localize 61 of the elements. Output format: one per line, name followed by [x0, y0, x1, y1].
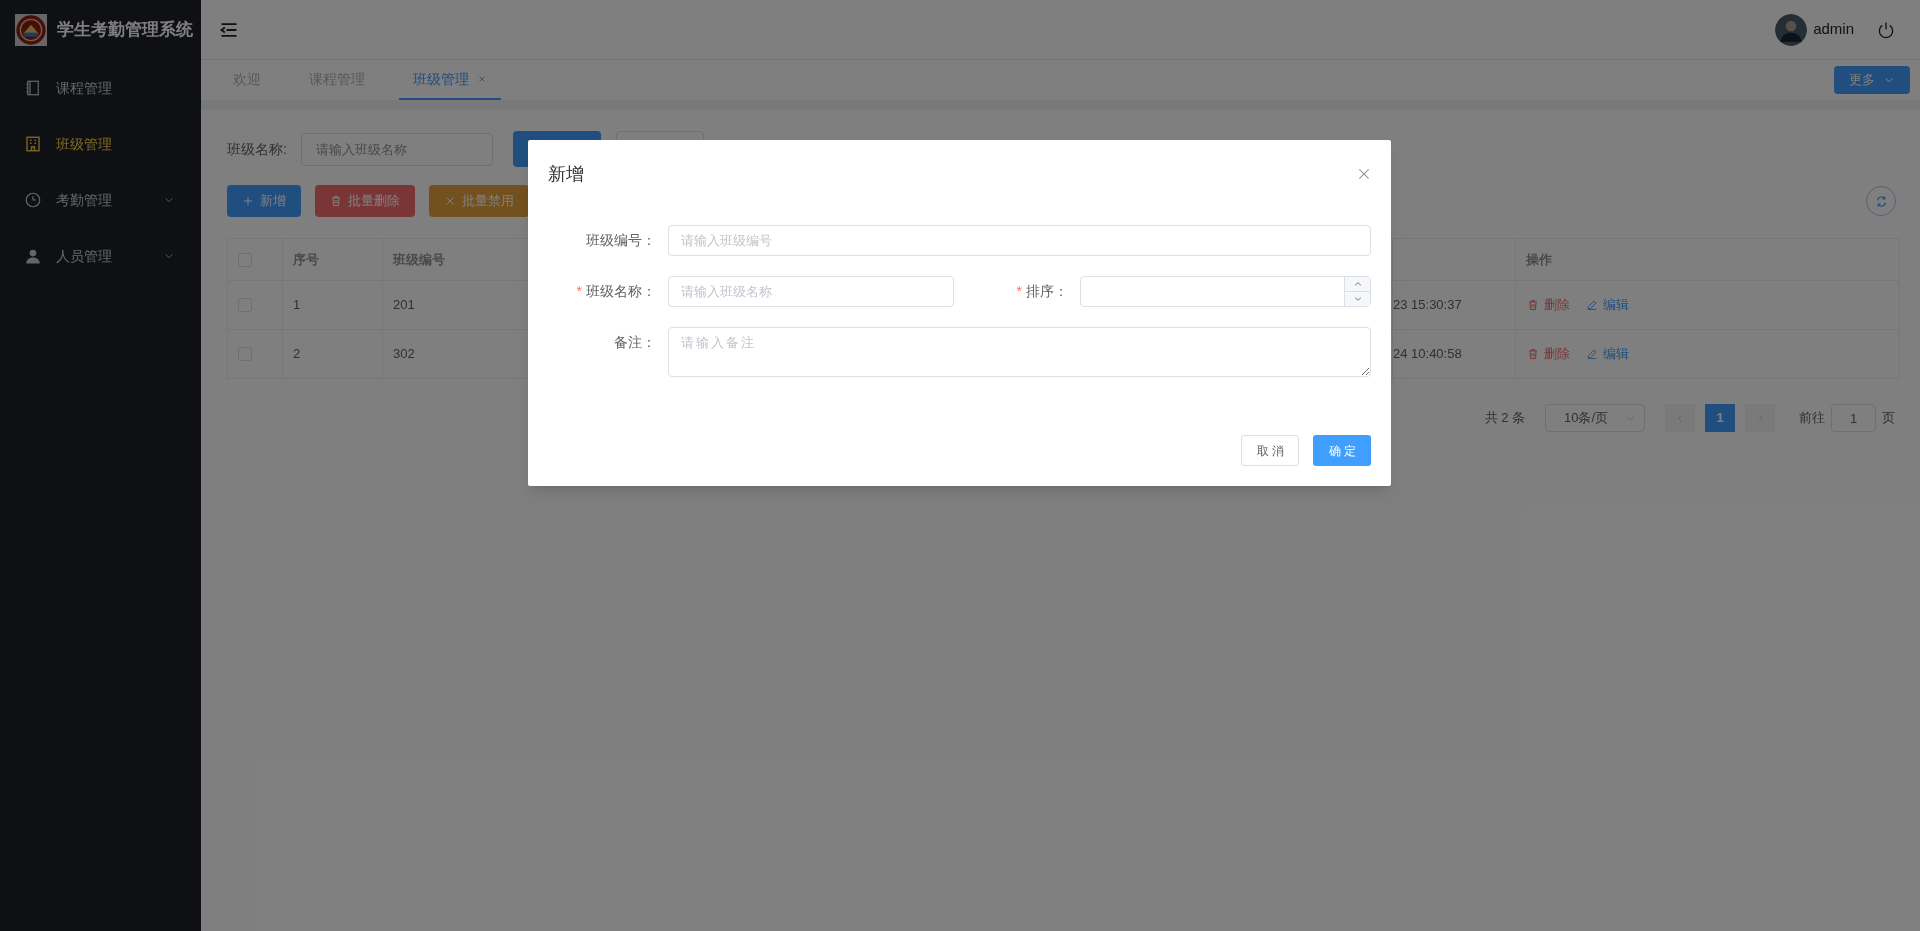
logo-icon [15, 14, 47, 46]
dialog-title: 新增 [548, 162, 585, 186]
goto-label: 前往 [1799, 409, 1825, 428]
clock-icon [24, 191, 42, 209]
confirm-button[interactable]: 确定 [1313, 435, 1371, 466]
field-label: 排序： [1026, 282, 1068, 301]
remark-field[interactable]: 请输入备注 [668, 327, 1371, 377]
delete-link[interactable]: 删除 [1527, 344, 1570, 364]
trash-icon [1527, 348, 1539, 360]
table-cell-text: 302 [393, 345, 415, 364]
chevron-down-icon [1352, 294, 1363, 304]
table-cell-text: 24 10:40:58 [1393, 345, 1462, 364]
user-icon [24, 247, 42, 265]
field-label: 备注： [614, 333, 656, 352]
close-icon [477, 74, 487, 84]
required-mark: * [576, 282, 582, 301]
edit-link[interactable]: 编辑 [1586, 344, 1629, 364]
sidebar-item[interactable]: 考勤管理 [0, 172, 201, 228]
building-icon [24, 135, 42, 153]
page-number-field[interactable]: 1 [1831, 404, 1876, 432]
input-field[interactable]: 请输入班级编号 [668, 225, 1371, 256]
batch-delete-button[interactable]: 批量删除 [315, 185, 415, 217]
close-icon [1357, 167, 1371, 181]
batch-disable-button[interactable]: 批量禁用 [429, 185, 529, 217]
user-name[interactable]: admin [1813, 18, 1854, 41]
chevron-up-icon [1352, 279, 1363, 289]
page-button[interactable]: 1 [1705, 404, 1735, 432]
input-field[interactable]: 请输入班级名称 [668, 276, 954, 307]
total-count: 共 2 条 [1484, 409, 1525, 428]
next-page-button[interactable] [1745, 404, 1775, 432]
trash-icon [330, 195, 342, 207]
pencil-icon [1586, 348, 1598, 360]
number-field[interactable] [1080, 276, 1371, 307]
edit-link[interactable]: 编辑 [1586, 295, 1629, 315]
avatar-icon [1775, 13, 1808, 46]
refresh-icon [1874, 194, 1888, 208]
prev-page-button[interactable] [1665, 404, 1695, 432]
goto-suffix: 页 [1882, 409, 1895, 428]
field-label: 班级编号： [586, 231, 656, 250]
notebook-icon [24, 79, 42, 97]
close-icon [444, 195, 456, 207]
close-button[interactable] [1357, 167, 1371, 181]
table-cell-text: 2 [293, 345, 301, 364]
field-label: 班级名称: [227, 139, 287, 159]
cancel-button[interactable]: 取消 [1241, 435, 1299, 466]
table-cell-text: 1 [293, 296, 301, 315]
field-label: 班级名称： [586, 282, 656, 301]
trash-icon [1527, 299, 1539, 311]
pencil-icon [1586, 299, 1598, 311]
sidebar-item[interactable]: 班级管理 [0, 116, 201, 172]
plus-icon [242, 195, 254, 207]
sidebar-item[interactable]: 课程管理 [0, 60, 201, 116]
app-title: 学生考勤管理系统 [57, 19, 193, 42]
more-button[interactable]: 更多 [1834, 66, 1910, 94]
table-cell-text: 23 15:30:37 [1393, 296, 1462, 315]
add-button[interactable]: 新增 [227, 185, 301, 217]
table-cell-text: 201 [393, 296, 415, 315]
sidebar-item[interactable]: 人员管理 [0, 228, 201, 284]
page-size-select[interactable]: 10条/页 [1545, 404, 1645, 432]
required-mark: * [1016, 282, 1022, 301]
delete-link[interactable]: 删除 [1527, 295, 1570, 315]
